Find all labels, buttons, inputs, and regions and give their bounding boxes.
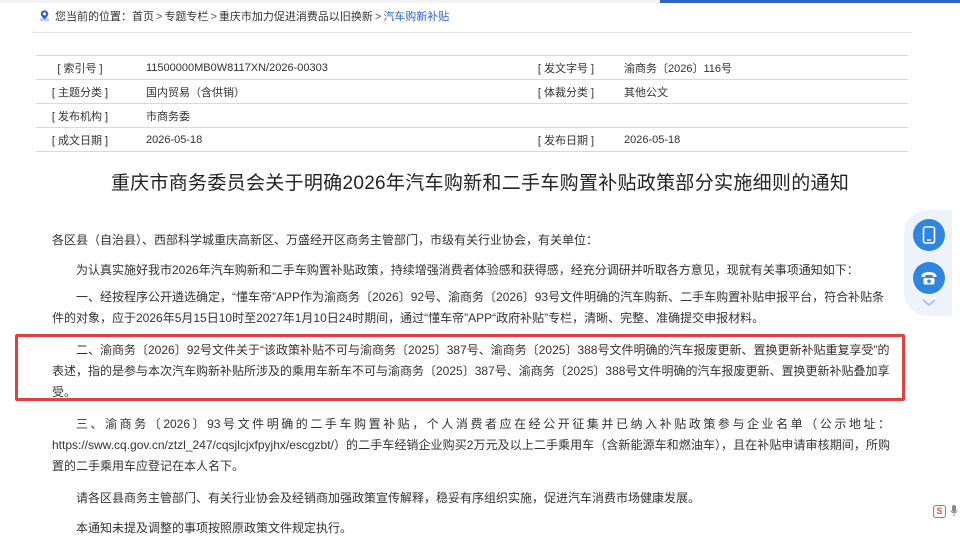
- salutation-paragraph: 各区县（自治县）、西部科学城重庆高新区、万盛经开区商务主管部门，市级有关行业协会…: [52, 233, 599, 247]
- meta-label-genre: [ 体裁分类 ]: [522, 79, 610, 104]
- meta-label-written-date: [ 成文日期 ]: [36, 127, 124, 152]
- chevron-down-icon[interactable]: [921, 298, 937, 308]
- location-icon: [39, 10, 50, 22]
- document-meta-table: [ 索引号 ] 11500000MB0W8117XN/2026-00303 [ …: [36, 55, 908, 152]
- meta-value-written-date: 2026-05-18: [124, 127, 522, 152]
- meta-row: [ 索引号 ] 11500000MB0W8117XN/2026-00303 [ …: [36, 55, 908, 80]
- contact-phone-button[interactable]: [913, 262, 945, 294]
- tablet-icon: [922, 226, 936, 244]
- meta-value-topic: 国内贸易（含供销）: [124, 79, 522, 104]
- meta-value-empty: [610, 103, 908, 128]
- top-strip: [0, 0, 960, 3]
- breadcrumb-home-link[interactable]: 首页: [132, 11, 154, 23]
- top-accent-bar: [660, 0, 960, 3]
- meta-value-doc-number: 渝商务〔2026〕116号: [610, 55, 908, 80]
- meta-row: [ 主题分类 ] 国内贸易（含供销） [ 体裁分类 ] 其他公文: [36, 79, 908, 104]
- breadcrumb: 您当前的位置：首页 > 专题专栏 > 重庆市加力促进消费品以旧换新 > 汽车购新补贴: [38, 9, 449, 25]
- meta-label-doc-number: [ 发文字号 ]: [522, 55, 610, 80]
- highlight-annotation-box: [15, 334, 905, 401]
- meta-value-genre: 其他公文: [610, 79, 908, 104]
- floating-service-bar: [904, 210, 952, 316]
- meta-label-publisher: [ 发布机构 ]: [36, 103, 124, 128]
- meta-label-index: [ 索引号 ]: [36, 55, 124, 80]
- meta-label-empty: [522, 103, 610, 128]
- breadcrumb-separator: >: [210, 11, 217, 23]
- meta-label-topic: [ 主题分类 ]: [36, 79, 124, 104]
- mobile-version-button[interactable]: [913, 219, 945, 251]
- breadcrumb-separator: >: [374, 11, 382, 23]
- document-title: 重庆市商务委员会关于明确2026年汽车购新和二手车购置补贴政策部分实施细则的通知: [110, 173, 850, 194]
- microphone-icon[interactable]: [950, 504, 958, 518]
- meta-label-publish-date: [ 发布日期 ]: [522, 127, 610, 152]
- meta-row: [ 成文日期 ] 2026-05-18 [ 发布日期 ] 2026-05-18: [36, 127, 908, 152]
- intro-paragraph: 为认真实施好我市2026年汽车购新和二手车购置补贴政策，持续增强消费者体验感和获…: [76, 263, 859, 277]
- meta-value-publish-date: 2026-05-18: [610, 127, 908, 152]
- meta-value-publisher: 市商务委: [124, 103, 522, 128]
- meta-row: [ 发布机构 ] 市商务委: [36, 103, 908, 128]
- item-one-paragraph: 一、经按程序公开遴选确定，“懂车帝”APP作为渝商务〔2026〕92号、渝商务〔…: [52, 290, 885, 325]
- breadcrumb-trade-in-link[interactable]: 重庆市加力促进消费品以旧换新: [219, 11, 373, 23]
- sogou-icon[interactable]: S: [933, 505, 946, 518]
- breadcrumb-divider: [32, 32, 912, 33]
- phone-icon: [921, 272, 937, 285]
- breadcrumb-separator: >: [156, 11, 163, 23]
- item-three-paragraph: 三、渝商务〔2026〕93号文件明确的二手车购置补贴，个人消费者应在经公开征集并…: [52, 417, 890, 473]
- note-paragraph: 本通知未提及调整的事项按照原政策文件规定执行。: [76, 521, 353, 535]
- breadcrumb-special-topics-link[interactable]: 专题专栏: [164, 11, 208, 23]
- meta-value-index: 11500000MB0W8117XN/2026-00303: [124, 55, 522, 80]
- breadcrumb-prefix: 您当前的位置：: [55, 11, 132, 23]
- closing-paragraph: 请各区县商务主管部门、有关行业协会及经销商加强政策宣传解释，稳妥有序组织实施，促…: [76, 491, 701, 505]
- breadcrumb-current-link[interactable]: 汽车购新补贴: [383, 11, 449, 23]
